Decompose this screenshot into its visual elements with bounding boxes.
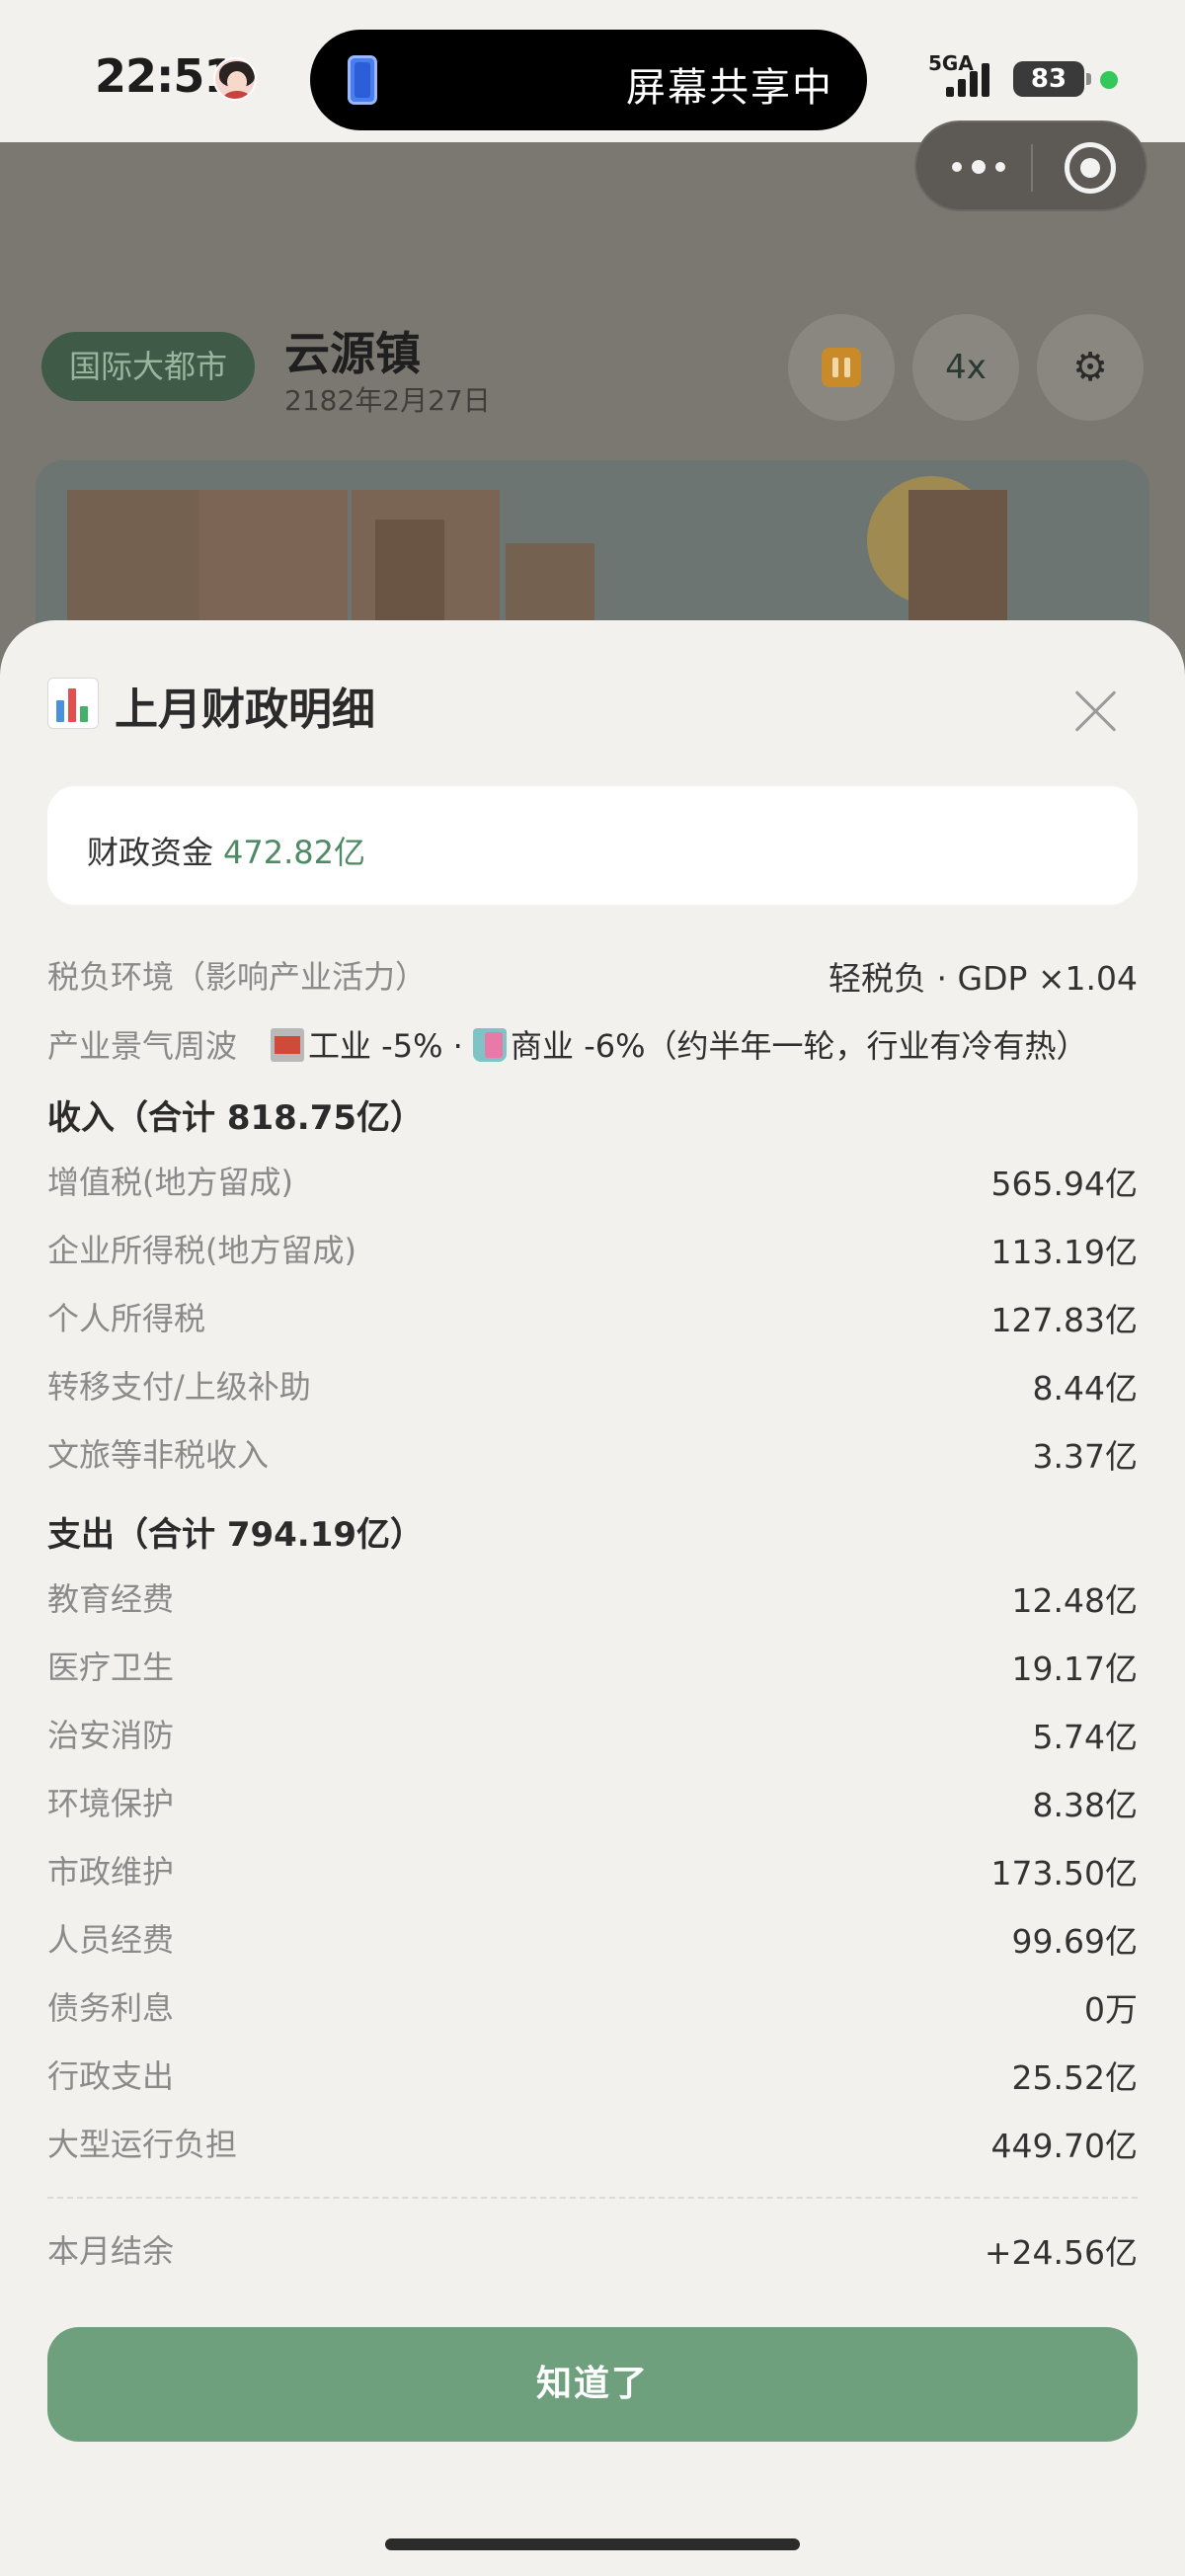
- balance-row: 本月结余 +24.56亿: [47, 2216, 1138, 2276]
- expense-label: 行政支出: [47, 2057, 175, 2095]
- expense-value: 8.38亿: [1032, 1786, 1138, 1824]
- income-row: 企业所得税(地方留成) 113.19亿: [47, 1216, 1138, 1275]
- balance-value: +24.56亿: [984, 2233, 1138, 2272]
- city-name: 云源镇: [284, 327, 421, 380]
- signal-icon: [946, 59, 1001, 97]
- cycle-detail: 工业 -5% · 商业 -6%（约半年一轮，行业有冷有热）: [271, 1021, 1088, 1067]
- cycle-industry: 工业 -5% ·: [308, 1027, 474, 1065]
- expense-label: 债务利息: [47, 1989, 175, 2027]
- income-label: 文旅等非税收入: [47, 1436, 270, 1474]
- income-label: 企业所得税(地方留成): [47, 1232, 356, 1269]
- shopping-bag-icon: [473, 1028, 508, 1062]
- industry-cycle-row: 产业景气周波 工业 -5% · 商业 -6%（约半年一轮，行业有冷有热）: [47, 1011, 1138, 1071]
- income-value: 127.83亿: [990, 1301, 1138, 1339]
- pause-icon: [822, 348, 861, 387]
- income-label: 个人所得税: [47, 1300, 206, 1337]
- expense-row: 环境保护 8.38亿: [47, 1769, 1138, 1828]
- expense-value: 99.69亿: [1011, 1922, 1138, 1961]
- cycle-label: 产业景气周波: [47, 1027, 238, 1065]
- expense-row: 大型运行负担 449.70亿: [47, 2110, 1138, 2169]
- expense-value: 5.74亿: [1032, 1718, 1138, 1756]
- game-date: 2182年2月27日: [284, 384, 491, 417]
- expense-row: 治安消防 5.74亿: [47, 1701, 1138, 1760]
- fund-value: 472.82亿: [223, 834, 365, 871]
- income-value: 113.19亿: [990, 1233, 1138, 1271]
- tax-env-label: 税负环境（影响产业活力）: [47, 958, 428, 996]
- confirm-button[interactable]: 知道了: [47, 2327, 1138, 2442]
- finance-detail-sheet: 上月财政明细 财政资金 472.82亿 税负环境（影响产业活力） 轻税负 · G…: [0, 620, 1185, 2576]
- expense-row: 市政维护 173.50亿: [47, 1837, 1138, 1896]
- income-value: 8.44亿: [1032, 1369, 1138, 1408]
- cycle-commerce: 商业 -6%（约半年一轮，行业有冷有热）: [511, 1027, 1088, 1065]
- expense-row: 债务利息 0万: [47, 1973, 1138, 2033]
- speed-button[interactable]: 4x: [912, 314, 1019, 421]
- expense-label: 医疗卫生: [47, 1649, 175, 1686]
- expense-heading: 支出（合计 794.19亿）: [47, 1515, 425, 1555]
- balance-divider: [47, 2197, 1138, 2199]
- expense-row: 教育经费 12.48亿: [47, 1565, 1138, 1624]
- fund-card: 财政资金 472.82亿: [47, 786, 1138, 905]
- privacy-dot-icon: [1100, 71, 1118, 89]
- fund-label: 财政资金: [87, 834, 214, 871]
- target-icon[interactable]: [1065, 142, 1116, 194]
- battery-icon: 83: [1013, 61, 1091, 97]
- expense-row: 人员经费 99.69亿: [47, 1905, 1138, 1965]
- screen-share-indicator[interactable]: 屏幕共享中: [310, 30, 867, 130]
- income-label: 增值税(地方留成): [47, 1164, 293, 1201]
- pause-button[interactable]: [788, 314, 895, 421]
- expense-label: 市政维护: [47, 1853, 175, 1891]
- income-row: 转移支付/上级补助 8.44亿: [47, 1352, 1138, 1411]
- expense-label: 大型运行负担: [47, 2126, 238, 2163]
- income-row: 增值税(地方留成) 565.94亿: [47, 1148, 1138, 1207]
- settings-button[interactable]: ⚙: [1037, 314, 1144, 421]
- balance-label: 本月结余: [47, 2232, 175, 2270]
- phone-icon: [348, 55, 377, 105]
- income-row: 个人所得税 127.83亿: [47, 1284, 1138, 1343]
- mini-program-capsule: [914, 121, 1147, 211]
- expense-label: 教育经费: [47, 1580, 175, 1618]
- screen-share-text: 屏幕共享中: [626, 65, 833, 111]
- income-heading: 收入（合计 818.75亿）: [47, 1098, 425, 1138]
- expense-label: 环境保护: [47, 1785, 175, 1822]
- expense-label: 人员经费: [47, 1921, 175, 1959]
- income-label: 转移支付/上级补助: [47, 1368, 311, 1406]
- level-badge: 国际大都市: [41, 332, 256, 401]
- avatar-icon: [213, 57, 257, 101]
- expense-row: 医疗卫生 19.17亿: [47, 1633, 1138, 1692]
- sheet-title: 上月财政明细: [115, 684, 375, 735]
- expense-value: 25.52亿: [1011, 2058, 1138, 2097]
- home-indicator[interactable]: [385, 2538, 800, 2550]
- expense-value: 19.17亿: [1011, 1650, 1138, 1688]
- expense-value: 449.70亿: [990, 2127, 1138, 2165]
- income-value: 3.37亿: [1032, 1437, 1138, 1476]
- expense-label: 治安消防: [47, 1717, 175, 1754]
- bar-chart-icon: [47, 678, 99, 729]
- income-row: 文旅等非税收入 3.37亿: [47, 1420, 1138, 1480]
- expense-value: 0万: [1084, 1990, 1138, 2029]
- capsule-divider: [1031, 144, 1033, 192]
- expense-row: 行政支出 25.52亿: [47, 2042, 1138, 2101]
- close-icon[interactable]: [1074, 689, 1118, 733]
- tax-environment-row: 税负环境（影响产业活力） 轻税负 · GDP ×1.04: [47, 942, 1138, 1002]
- tax-env-value: 轻税负 · GDP ×1.04: [829, 959, 1138, 998]
- factory-icon: [271, 1028, 304, 1062]
- expense-value: 12.48亿: [1011, 1581, 1138, 1620]
- income-value: 565.94亿: [990, 1165, 1138, 1203]
- speed-label: 4x: [945, 348, 987, 387]
- expense-value: 173.50亿: [990, 1854, 1138, 1892]
- gear-icon: ⚙: [1072, 345, 1108, 390]
- more-icon[interactable]: [944, 152, 1013, 182]
